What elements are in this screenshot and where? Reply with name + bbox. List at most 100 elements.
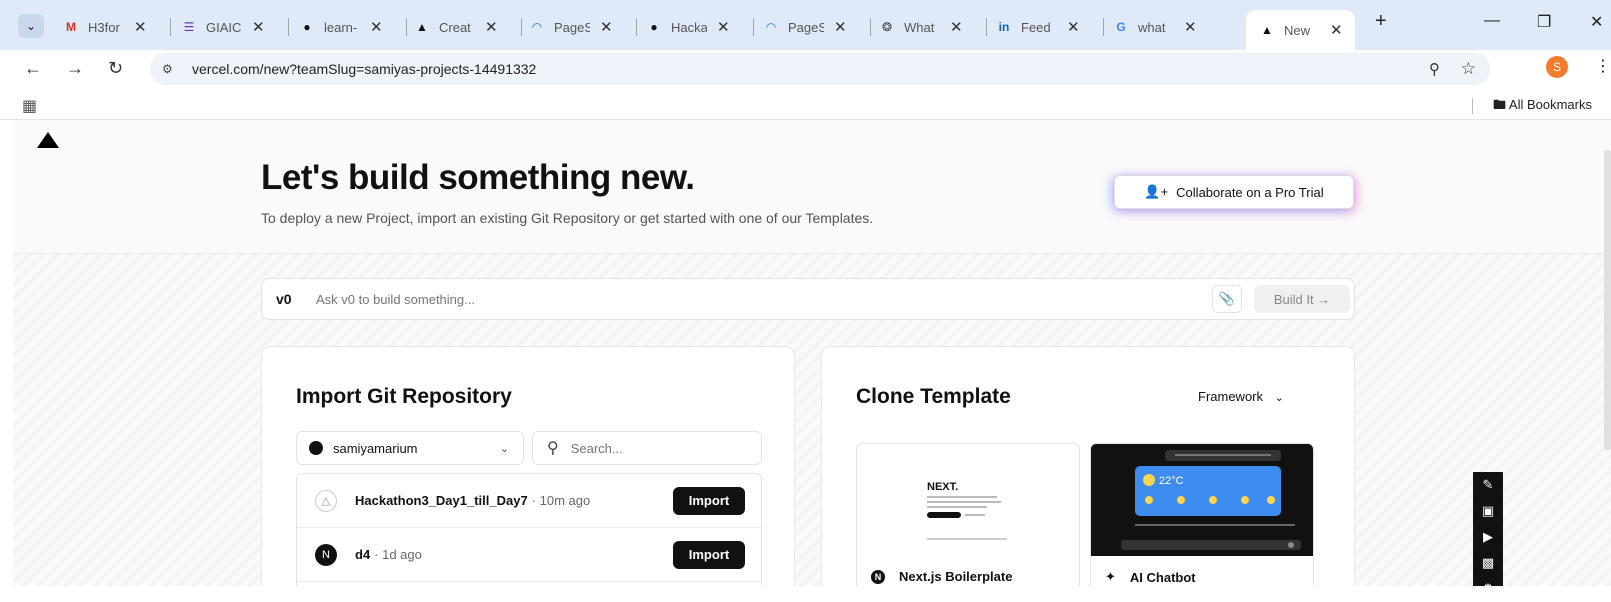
github-icon (309, 441, 323, 455)
site-settings-icon[interactable]: ⚙ (162, 62, 182, 76)
browser-menu-icon[interactable]: ⋮ (1595, 56, 1611, 76)
browser-tab[interactable]: ❂ What ✕ (878, 12, 963, 42)
browser-tab[interactable]: ☰ GIAIC ✕ (180, 12, 265, 42)
address-toolbar: ← → ↻ ⚙ vercel.com/new?teamSlug=samiyas-… (0, 50, 1611, 90)
attach-icon[interactable]: 📎 (1212, 285, 1242, 313)
template-card-nextjs[interactable]: NEXT. N Next.js Boilerplate (856, 443, 1080, 586)
forward-icon[interactable]: → (66, 58, 84, 79)
browser-tab[interactable]: M H3for ✕ (62, 12, 147, 42)
repo-triangle-icon: △ (315, 489, 337, 512)
v0-prompt-input[interactable] (316, 292, 1116, 307)
minimize-button[interactable]: — (1484, 12, 1500, 30)
browser-tab[interactable]: in Feed ✕ (995, 12, 1080, 42)
hero-section: Let's build something new. To deploy a n… (13, 120, 1611, 254)
repo-search[interactable]: ⚲ (532, 431, 762, 465)
framework-label: Framework (1198, 389, 1264, 404)
repo-name: Hackathon3_Day1_till_Day7 (355, 493, 528, 508)
tab-label: What (904, 19, 935, 35)
close-tab-icon[interactable]: ✕ (600, 18, 613, 36)
browser-tab[interactable]: ● learn- ✕ (298, 12, 383, 42)
all-bookmarks-button[interactable]: 🖿 All Bookmarks (1493, 96, 1592, 118)
pen-icon[interactable]: ✎ (1473, 472, 1503, 498)
close-tab-icon[interactable]: ✕ (1067, 18, 1080, 36)
browser-tab[interactable]: Gwhat ✕ (1112, 12, 1197, 42)
git-account-select[interactable]: samiyamarium ⌄ (296, 431, 524, 465)
close-tab-icon[interactable]: ✕ (485, 18, 498, 36)
browser-tab[interactable]: ◠ PageS ✕ (528, 12, 613, 42)
chatgpt-icon: ❂ (881, 20, 893, 34)
add-user-icon: 👤+ (1144, 184, 1169, 199)
screen-recorder-toolbar: ✎ ▣ ▶ ▩ ⚙ (1473, 472, 1503, 596)
apps-grid-icon[interactable]: ▦ (22, 96, 37, 116)
camera-icon[interactable]: ▣ (1473, 498, 1503, 524)
tab-label: H3for (88, 19, 120, 35)
bookmarks-separator (1472, 98, 1473, 114)
tab-label: PageS (788, 19, 824, 35)
clone-template-card: Clone Template Framework ⌄ NEXT. N Next.… (821, 346, 1355, 586)
gear-icon[interactable]: ⚙ (1473, 576, 1503, 602)
v0-prompt-bar: v0 📎 Build It → (261, 278, 1355, 320)
import-button[interactable]: Import (673, 540, 745, 569)
import-button[interactable]: Import (673, 486, 745, 515)
vercel-icon: ▲ (416, 20, 428, 34)
template-label: Next.js Boilerplate (899, 569, 1013, 584)
close-tab-icon[interactable]: ✕ (370, 18, 383, 36)
url-text[interactable]: vercel.com/new?teamSlug=samiyas-projects… (192, 61, 536, 77)
tab-search-dropdown[interactable]: ⌄ (18, 14, 44, 38)
close-tab-icon[interactable]: ✕ (834, 18, 847, 36)
github-icon: ● (650, 20, 658, 34)
profile-avatar[interactable]: S (1546, 56, 1568, 78)
tab-label: PageS (554, 19, 590, 35)
forms-icon: ☰ (183, 20, 195, 34)
close-tab-icon[interactable]: ✕ (1330, 21, 1343, 39)
all-bookmarks-label: All Bookmarks (1508, 97, 1592, 112)
page-scrollbar[interactable] (1604, 150, 1611, 450)
tab-separator (406, 18, 407, 36)
pagespeed-icon: ◠ (766, 20, 776, 34)
omnibox[interactable]: ⚙ vercel.com/new?teamSlug=samiyas-projec… (150, 53, 1490, 85)
close-tab-icon[interactable]: ✕ (950, 18, 963, 36)
close-tab-icon[interactable]: ✕ (134, 18, 147, 36)
close-tab-icon[interactable]: ✕ (252, 18, 265, 36)
zoom-icon[interactable]: ⚲ (1429, 60, 1440, 78)
browser-tab[interactable]: ● Hacka ✕ (645, 12, 730, 42)
nextjs-thumbnail: NEXT. (857, 444, 1079, 556)
tab-label: what (1138, 19, 1166, 35)
back-icon[interactable]: ← (24, 58, 42, 79)
browser-tab[interactable]: ◠ PageS ✕ (762, 12, 847, 42)
tab-label: Hacka (671, 19, 707, 35)
repo-time: · 1d ago (374, 547, 422, 562)
nextjs-icon: N (315, 543, 337, 566)
close-tab-icon[interactable]: ✕ (1184, 18, 1197, 36)
browser-tab[interactable]: ▲ Creat ✕ (413, 12, 498, 42)
chevron-down-icon: ⌄ (499, 442, 509, 455)
vercel-new-page: Let's build something new. To deploy a n… (13, 120, 1611, 586)
page-title: Let's build something new. (261, 158, 695, 197)
tab-label: Feed (1021, 19, 1051, 35)
bookmark-star-icon[interactable]: ☆ (1461, 59, 1476, 79)
build-it-button[interactable]: Build It → (1254, 285, 1350, 313)
account-name: samiyamarium (333, 440, 418, 456)
tab-separator (636, 18, 637, 36)
tab-separator (288, 18, 289, 36)
svg-text:NEXT.: NEXT. (927, 481, 958, 493)
pro-trial-label: Collaborate on a Pro Trial (1176, 184, 1324, 200)
vercel-logo-icon[interactable] (37, 132, 59, 148)
search-icon: ⚲ (547, 440, 559, 457)
video-icon[interactable]: ▶ (1473, 524, 1503, 550)
close-window-button[interactable]: ✕ (1590, 12, 1603, 32)
reload-icon[interactable]: ↻ (108, 58, 123, 79)
framework-filter[interactable]: Framework ⌄ (1198, 389, 1284, 404)
pro-trial-button[interactable]: 👤+ Collaborate on a Pro Trial (1114, 175, 1354, 209)
browser-tab[interactable]: ▲ New ✕ (1246, 10, 1355, 50)
svg-text:22°C: 22°C (1159, 475, 1184, 487)
template-card-chatbot[interactable]: 22°C ✦ AI Chatbot (1090, 443, 1314, 586)
tab-label: learn- (324, 19, 358, 35)
window-icon[interactable]: ▩ (1473, 550, 1503, 576)
new-tab-button[interactable]: + (1375, 10, 1387, 33)
restore-button[interactable]: ❐ (1537, 12, 1551, 32)
close-tab-icon[interactable]: ✕ (717, 18, 730, 36)
import-repo-card: Import Git Repository samiyamarium ⌄ ⚲ △… (261, 346, 795, 586)
tab-label: GIAIC (206, 19, 242, 35)
repo-search-input[interactable] (570, 440, 731, 456)
